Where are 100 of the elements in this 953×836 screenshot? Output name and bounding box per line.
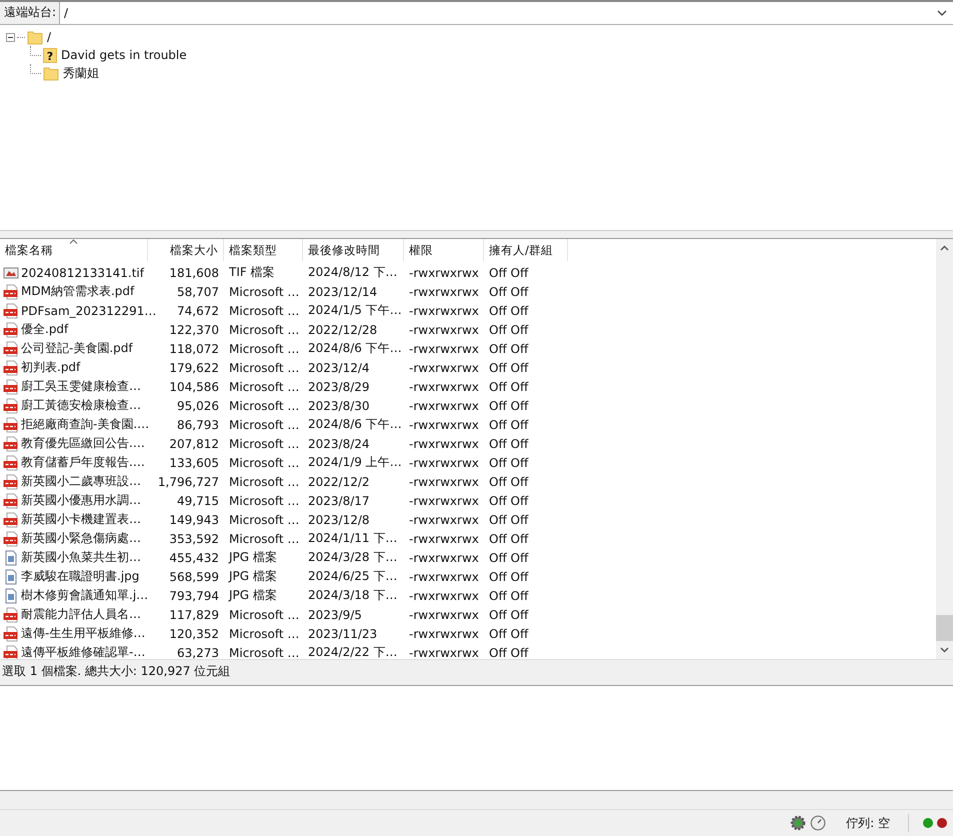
file-name[interactable]: 新英國小緊急傷病處… (21, 530, 141, 547)
table-cell: 2023/12/4 (308, 360, 370, 374)
file-name[interactable]: 廚工黃德安檢康檢查… (21, 397, 141, 414)
file-name[interactable]: 公司登記-美食園.pdf (21, 340, 133, 357)
table-cell: Off Off (489, 398, 528, 412)
scroll-up-icon[interactable] (940, 245, 949, 251)
column-header[interactable]: 最後修改時間 (303, 239, 404, 261)
table-cell: 49,715 (177, 494, 219, 508)
table-cell: -rwxrwxrwx (409, 418, 479, 432)
table-cell: Off Off (489, 322, 528, 336)
table-cell: Off Off (489, 380, 528, 394)
table-cell: 2022/12/28 (308, 322, 378, 336)
file-name[interactable]: MDM納管需求表.pdf (21, 283, 134, 300)
scroll-thumb[interactable] (936, 615, 953, 641)
table-cell: -rwxrwxrwx (409, 456, 479, 470)
collapse-icon[interactable] (6, 32, 15, 42)
table-cell: -rwxrwxrwx (409, 360, 479, 374)
scroll-down-icon[interactable] (940, 647, 949, 653)
column-header[interactable]: 檔案類型 (224, 239, 303, 261)
table-cell: -rwxrwxrwx (409, 322, 479, 336)
image-file-icon (3, 550, 19, 566)
file-name[interactable]: 耐震能力評估人員名… (21, 606, 141, 623)
column-header[interactable]: 擁有人/群組 (484, 239, 568, 261)
folder-name[interactable]: / (47, 30, 52, 44)
table-cell: Off Off (489, 512, 528, 526)
file-name[interactable]: 遠傳-生生用平板維修… (21, 625, 146, 642)
table-cell: Microsoft … (229, 398, 300, 412)
image-file-icon (3, 264, 19, 280)
table-cell: -rwxrwxrwx (409, 266, 479, 280)
table-cell: 793,794 (169, 588, 219, 602)
table-cell: Off Off (489, 588, 528, 602)
pdf-file-icon (3, 398, 19, 414)
column-header[interactable]: 檔案名稱 (0, 239, 148, 261)
file-name[interactable]: 優全.pdf (21, 321, 68, 338)
table-cell: -rwxrwxrwx (409, 646, 479, 659)
table-cell: Off Off (489, 284, 528, 298)
file-name[interactable]: 新英國小魚菜共生初… (21, 549, 141, 566)
table-cell: 2024/6/25 下… (308, 569, 398, 583)
table-cell: JPG 檔案 (229, 569, 277, 583)
pdf-file-icon (3, 322, 19, 338)
file-name[interactable]: 教育優先區繳回公告.… (21, 435, 145, 452)
table-cell: -rwxrwxrwx (409, 436, 479, 450)
file-name[interactable]: 20240812133141.tif (21, 266, 144, 280)
file-name[interactable]: 遠傳平板維修確認單-… (21, 644, 146, 659)
remote-site-field[interactable]: / (60, 2, 953, 24)
table-cell: -rwxrwxrwx (409, 512, 479, 526)
file-name[interactable]: 新英國小卡機建置表… (21, 511, 141, 528)
file-name[interactable]: 教育儲蓄戶年度報告.… (21, 454, 145, 471)
table-cell: 118,072 (169, 342, 219, 356)
table-cell: -rwxrwxrwx (409, 588, 479, 602)
table-cell: Microsoft … (229, 646, 300, 659)
table-cell: JPG 檔案 (229, 550, 277, 564)
file-name[interactable]: PDFsam_202312291… (21, 304, 156, 318)
file-name[interactable]: 樹木修剪會議通知單.j… (21, 587, 148, 604)
file-name[interactable]: 新英國小優惠用水調… (21, 492, 141, 509)
table-cell: -rwxrwxrwx (409, 380, 479, 394)
image-file-icon (3, 588, 19, 604)
folder-name[interactable]: David gets in trouble (61, 48, 187, 62)
table-cell: Microsoft … (229, 626, 300, 640)
pdf-file-icon (3, 474, 19, 490)
file-name[interactable]: 新英國小二歲專班設… (21, 473, 141, 490)
table-cell: -rwxrwxrwx (409, 494, 479, 508)
pdf-file-icon (3, 340, 19, 356)
file-name[interactable]: 廚工吳玉雯健康檢查… (21, 378, 141, 395)
table-cell: 2023/8/17 (308, 494, 370, 508)
table-cell: 74,672 (177, 304, 219, 318)
pdf-file-icon (3, 530, 19, 546)
table-cell: 2023/12/8 (308, 512, 370, 526)
table-cell: Microsoft … (229, 474, 300, 488)
table-cell: Microsoft … (229, 512, 300, 526)
table-cell: Microsoft … (229, 436, 300, 450)
column-header[interactable]: 權限 (404, 239, 484, 261)
table-cell: 2024/1/11 下… (308, 531, 398, 545)
folder-name[interactable]: 秀蘭姐 (63, 64, 99, 82)
speedometer-icon[interactable] (810, 815, 826, 831)
table-cell: 181,608 (169, 266, 219, 280)
table-cell: -rwxrwxrwx (409, 398, 479, 412)
table-cell: Off Off (489, 418, 528, 432)
table-cell: Off Off (489, 550, 528, 564)
pdf-file-icon (3, 416, 19, 432)
table-cell: Microsoft … (229, 304, 300, 318)
table-cell: Off Off (489, 626, 528, 640)
file-name[interactable]: 拒絕廠商查詢-美食園.… (21, 416, 150, 433)
pdf-file-icon (3, 378, 19, 394)
table-cell: 2024/8/6 下午… (308, 417, 402, 431)
column-header[interactable]: 檔案大小 (148, 239, 224, 261)
table-cell: 149,943 (169, 512, 219, 526)
table-cell: 133,605 (169, 456, 219, 470)
pdf-file-icon (3, 454, 19, 470)
remote-site-label: 遠端站台: (0, 2, 60, 24)
pdf-file-icon (3, 606, 19, 622)
file-name[interactable]: 初判表.pdf (21, 359, 80, 376)
pdf-file-icon (3, 360, 19, 376)
table-cell: 455,432 (169, 550, 219, 564)
table-cell: Microsoft … (229, 456, 300, 470)
scrollbar[interactable] (936, 239, 953, 659)
file-name[interactable]: 李威駿在職證明書.jpg (21, 568, 140, 585)
pdf-file-icon (3, 492, 19, 508)
table-cell: 2024/2/22 下… (308, 645, 398, 659)
gear-icon[interactable] (790, 815, 806, 831)
